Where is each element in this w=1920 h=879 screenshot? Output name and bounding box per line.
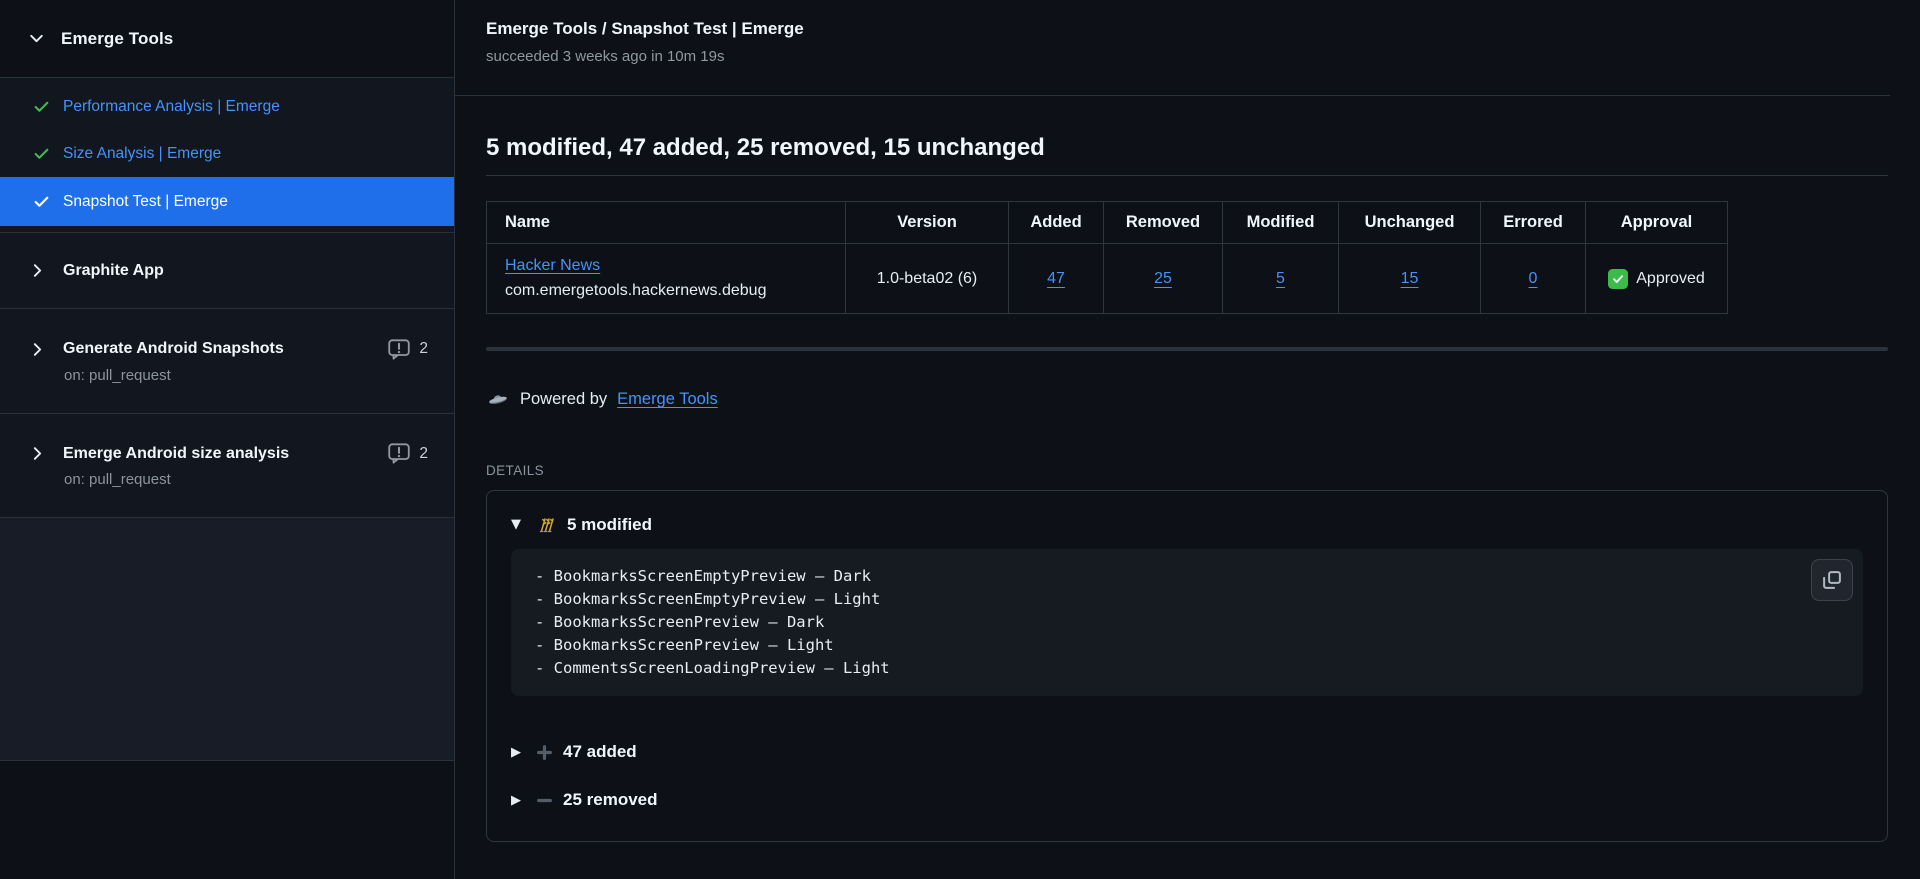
ufo-icon	[486, 390, 510, 409]
modified-section-title: 5 modified	[567, 514, 653, 534]
triangle-right-icon: ▶	[511, 744, 521, 760]
workflow-label: Emerge Android size analysis	[63, 444, 290, 462]
plus-icon	[536, 744, 553, 761]
success-check-icon	[33, 145, 50, 162]
approval-status-label: Approved	[1636, 269, 1705, 287]
errored-count-link[interactable]: 0	[1529, 270, 1538, 287]
version-cell: 1.0-beta02 (6)	[845, 243, 1009, 314]
check-run-main: Emerge Tools / Snapshot Test | Emerge su…	[455, 0, 1920, 879]
code-line: - BookmarksScreenPreview — Dark	[535, 613, 825, 631]
app-section-label: Graphite App	[63, 261, 164, 279]
chevron-down-icon	[28, 30, 45, 47]
powered-by-line: Powered by Emerge Tools	[486, 390, 1888, 409]
table-header-row: Name Version Added Removed Modified Unch…	[486, 201, 1728, 244]
summary-heading: 5 modified, 47 added, 25 removed, 15 unc…	[486, 134, 1888, 176]
column-header-approval: Approval	[1585, 201, 1728, 244]
success-check-icon	[33, 98, 50, 115]
column-header-modified: Modified	[1222, 201, 1339, 244]
results-table: Name Version Added Removed Modified Unch…	[486, 201, 1728, 314]
approval-cell: Approved	[1585, 243, 1728, 314]
sidebar-item-size-analysis[interactable]: Size Analysis | Emerge	[0, 130, 454, 177]
annotation-count: 2	[419, 444, 428, 462]
sidebar-item-performance-analysis[interactable]: Performance Analysis | Emerge	[0, 83, 454, 130]
chevron-right-icon	[29, 445, 46, 462]
unchanged-count-link[interactable]: 15	[1401, 270, 1419, 287]
triangle-right-icon: ▶	[511, 792, 521, 808]
column-header-unchanged: Unchanged	[1338, 201, 1481, 244]
emerge-tools-link[interactable]: Emerge Tools	[617, 390, 718, 409]
sidebar-empty-area	[0, 518, 454, 761]
workflow-trigger: on: pull_request	[64, 366, 171, 384]
section-divider	[486, 347, 1888, 351]
check-run-list: Performance Analysis | Emerge Size Analy…	[0, 78, 454, 232]
modified-cell: 5	[1222, 243, 1339, 314]
column-header-errored: Errored	[1480, 201, 1586, 244]
check-run-label: Size Analysis | Emerge	[63, 144, 222, 162]
checks-page: Emerge Tools Performance Analysis | Emer…	[0, 0, 1920, 879]
check-run-output: 5 modified, 47 added, 25 removed, 15 unc…	[455, 96, 1920, 842]
check-run-label: Snapshot Test | Emerge	[63, 192, 228, 210]
triangle-down-icon: ▼	[511, 517, 521, 532]
chevron-right-icon	[29, 262, 46, 279]
check-run-groups: Performance Analysis | Emerge Size Analy…	[0, 78, 454, 518]
column-header-version: Version	[845, 201, 1009, 244]
errored-cell: 0	[1480, 243, 1586, 314]
check-run-title: Emerge Tools / Snapshot Test | Emerge	[486, 19, 804, 38]
success-check-icon	[33, 193, 50, 210]
added-cell: 47	[1008, 243, 1104, 314]
copy-icon	[1822, 570, 1842, 590]
sidebar-item-snapshot-test-selected[interactable]: Snapshot Test | Emerge	[0, 177, 454, 226]
workflow-trigger: on: pull_request	[64, 471, 171, 488]
checks-sidebar: Emerge Tools Performance Analysis | Emer…	[0, 0, 455, 879]
details-label: DETAILS	[486, 463, 545, 478]
code-line: - CommentsScreenLoadingPreview — Light	[535, 659, 890, 677]
removed-section-title: 25 removed	[563, 790, 658, 809]
code-line: - BookmarksScreenEmptyPreview — Light	[535, 590, 881, 608]
column-header-removed: Removed	[1103, 201, 1223, 244]
bundle-id: com.emergetools.hackernews.debug	[505, 282, 767, 299]
column-header-added: Added	[1008, 201, 1104, 244]
sidebar-item-generate-android-snapshots[interactable]: Generate Android Snapshots 2 on: pull_re…	[0, 308, 454, 413]
details-box: ▼ 5 modified - BookmarksScreenEmptyPrevi…	[486, 490, 1888, 842]
added-section-toggle[interactable]: ▶ 47 added	[511, 742, 1863, 762]
column-header-name: Name	[486, 201, 846, 244]
modified-section-toggle[interactable]: ▼ 5 modified	[511, 514, 1863, 535]
annotation-comment-icon	[388, 338, 411, 360]
modified-code-block: - BookmarksScreenEmptyPreview — Dark - B…	[511, 549, 1863, 696]
modified-count-link[interactable]: 5	[1276, 270, 1285, 287]
table-row: Hacker News com.emergetools.hackernews.d…	[486, 243, 1728, 314]
check-suite-header[interactable]: Emerge Tools	[0, 0, 454, 78]
chevron-right-icon	[29, 341, 46, 358]
check-suite-title: Emerge Tools	[61, 28, 174, 48]
added-section-title: 47 added	[563, 742, 637, 761]
check-run-header: Emerge Tools / Snapshot Test | Emerge su…	[455, 0, 1920, 96]
annotation-count: 2	[419, 340, 428, 357]
annotation-comment-icon	[388, 443, 411, 464]
modified-wheat-icon	[536, 514, 557, 535]
code-line: - BookmarksScreenPreview — Light	[535, 636, 834, 654]
copy-button[interactable]	[1811, 559, 1853, 601]
check-run-label: Performance Analysis | Emerge	[63, 97, 280, 115]
sidebar-item-graphite-app[interactable]: Graphite App	[0, 232, 454, 308]
removed-count-link[interactable]: 25	[1154, 270, 1172, 287]
sidebar-item-emerge-android-size-analysis[interactable]: Emerge Android size analysis 2 on: pull_…	[0, 413, 454, 518]
app-name-link[interactable]: Hacker News	[505, 257, 600, 274]
annotation-badge: 2	[388, 338, 428, 360]
sidebar-bottom-area	[0, 761, 454, 879]
annotation-badge: 2	[388, 443, 428, 464]
powered-by-text: Powered by	[520, 390, 608, 408]
removed-cell: 25	[1103, 243, 1223, 314]
minus-icon	[536, 792, 553, 809]
code-line: - BookmarksScreenEmptyPreview — Dark	[535, 567, 871, 585]
removed-section-toggle[interactable]: ▶ 25 removed	[511, 790, 1863, 810]
app-name-cell: Hacker News com.emergetools.hackernews.d…	[486, 243, 846, 314]
unchanged-cell: 15	[1338, 243, 1481, 314]
added-count-link[interactable]: 47	[1047, 270, 1065, 287]
check-run-status-line: succeeded 3 weeks ago in 10m 19s	[486, 48, 725, 65]
workflow-label: Generate Android Snapshots	[63, 340, 284, 357]
approved-check-icon	[1608, 268, 1629, 289]
